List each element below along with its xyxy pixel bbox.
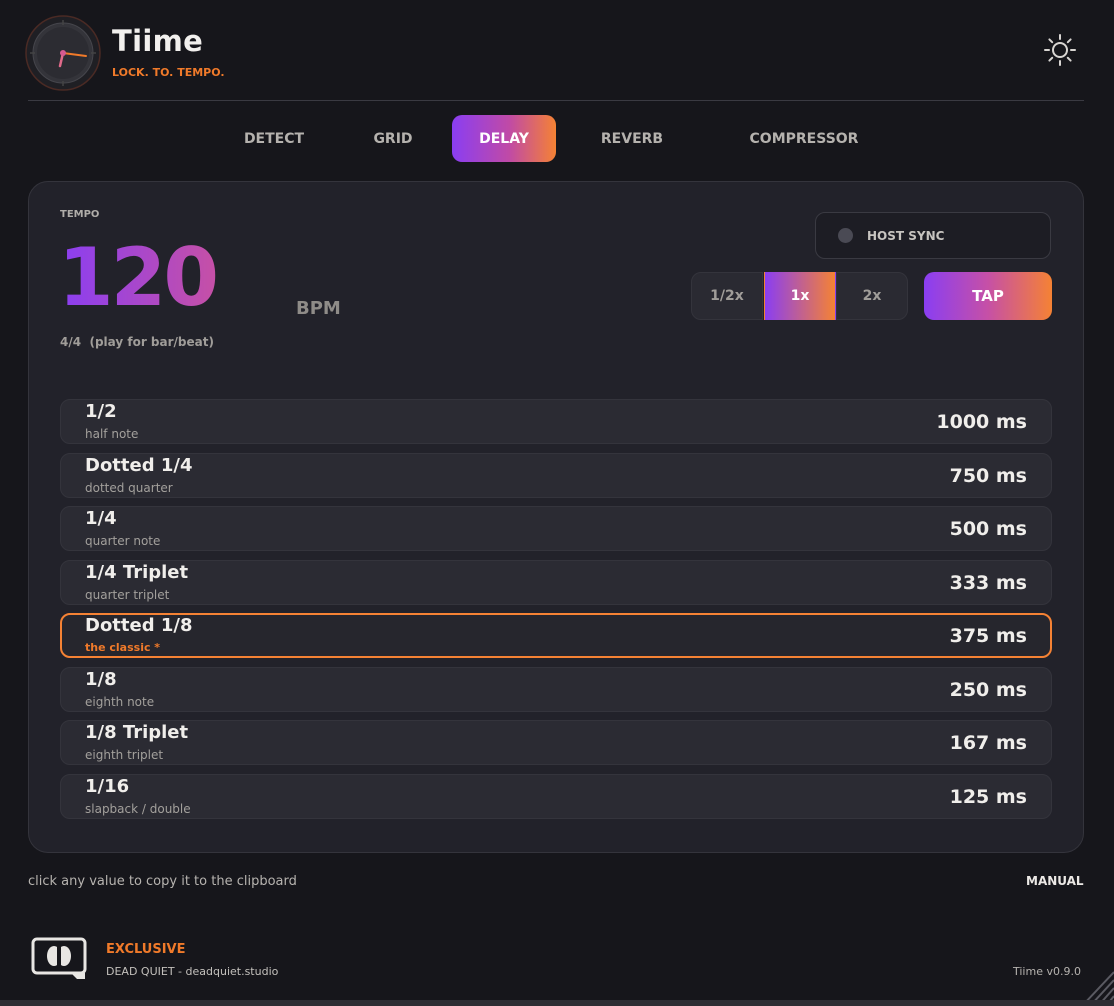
app-title: Tiime: [112, 24, 204, 58]
delay-row-eighth[interactable]: 1/8 eighth note 250 ms: [60, 666, 1052, 712]
multiplier-1x-button[interactable]: 1x: [764, 272, 836, 320]
delay-list: 1/2 half note 1000 ms Dotted 1/4 dotted …: [60, 399, 1052, 827]
row-value[interactable]: 500 ms: [950, 518, 1027, 540]
row-value[interactable]: 750 ms: [950, 465, 1027, 487]
host-sync-label: HOST SYNC: [867, 228, 945, 243]
version-label: Tiime v0.9.0: [1013, 965, 1081, 978]
row-description: dotted quarter: [85, 480, 173, 495]
row-description: half note: [85, 427, 139, 441]
delay-row-quarter-triplet[interactable]: 1/4 Triplet quarter triplet 333 ms: [60, 559, 1052, 605]
row-value[interactable]: 375 ms: [950, 625, 1027, 647]
header-divider: [28, 100, 1084, 101]
row-name: 1/4 Triplet: [85, 561, 189, 583]
brand-separator: -: [174, 965, 186, 978]
multiplier-2x-button[interactable]: 2x: [836, 272, 908, 320]
exclusive-badge: EXCLUSIVE: [106, 942, 186, 957]
delay-row-dotted-eighth[interactable]: Dotted 1/8 the classic * 375 ms: [60, 613, 1052, 658]
delay-row-sixteenth[interactable]: 1/16 slapback / double 125 ms: [60, 773, 1052, 819]
tab-grid[interactable]: GRID: [350, 115, 436, 162]
dead-quiet-logo-icon: [31, 937, 87, 979]
bottom-bar: [0, 1000, 1114, 1006]
delay-row-half[interactable]: 1/2 half note 1000 ms: [60, 399, 1052, 444]
time-signature: 4/4 (play for bar/beat): [60, 335, 214, 349]
theme-toggle-button[interactable]: [1040, 30, 1080, 70]
row-name: 1/8: [85, 668, 117, 690]
time-signature-value: 4/4: [60, 335, 82, 349]
app-window: Tiime LOCK. TO. TEMPO. DETECT GRID DELAY…: [0, 0, 1114, 1006]
row-name: 1/2: [85, 401, 117, 422]
delay-row-dotted-quarter[interactable]: Dotted 1/4 dotted quarter 750 ms: [60, 452, 1052, 498]
multiplier-half-button[interactable]: 1/2x: [691, 272, 763, 320]
tab-reverb[interactable]: REVERB: [584, 115, 680, 162]
app-tagline: LOCK. TO. TEMPO.: [112, 66, 225, 79]
row-description: quarter note: [85, 534, 161, 548]
host-sync-toggle[interactable]: HOST SYNC: [815, 212, 1051, 259]
brand-name: DEAD QUIET: [106, 965, 175, 978]
row-name: 1/16: [85, 775, 130, 797]
manual-link[interactable]: MANUAL: [1026, 874, 1084, 888]
bpm-unit: BPM: [296, 298, 341, 319]
row-value[interactable]: 125 ms: [950, 786, 1027, 808]
row-description: eighth note: [85, 694, 155, 709]
sync-indicator-icon: [838, 228, 853, 243]
row-value[interactable]: 333 ms: [950, 572, 1027, 594]
row-value[interactable]: 250 ms: [950, 679, 1027, 701]
row-value[interactable]: 1000 ms: [936, 411, 1027, 433]
brand-site-link[interactable]: deadquiet.studio: [186, 965, 279, 978]
brand-line: DEAD QUIET - deadquiet.studio: [106, 965, 278, 978]
row-description: eighth triplet: [85, 748, 164, 762]
delay-row-quarter[interactable]: 1/4 quarter note 500 ms: [60, 506, 1052, 551]
delay-row-eighth-triplet[interactable]: 1/8 Triplet eighth triplet 167 ms: [60, 720, 1052, 765]
row-name: 1/8 Triplet: [85, 722, 189, 743]
tempo-label: TEMPO: [60, 209, 100, 220]
tap-button[interactable]: TAP: [924, 272, 1052, 320]
tab-compressor[interactable]: COMPRESSOR: [730, 115, 878, 162]
tab-delay[interactable]: DELAY: [452, 115, 556, 162]
sun-icon: [1044, 34, 1076, 66]
row-name: 1/4: [85, 508, 117, 529]
row-description: slapback / double: [85, 801, 191, 816]
tempo-value[interactable]: 120: [58, 232, 219, 324]
row-name: Dotted 1/4: [85, 454, 193, 476]
row-description: the classic *: [85, 641, 161, 654]
row-value[interactable]: 167 ms: [950, 732, 1027, 754]
copy-hint: click any value to copy it to the clipbo…: [28, 874, 297, 889]
tab-detect[interactable]: DETECT: [232, 115, 316, 162]
row-name: Dotted 1/8: [85, 615, 193, 636]
time-signature-hint: (play for bar/beat): [89, 335, 214, 349]
row-description: quarter triplet: [85, 587, 170, 602]
clock-logo-icon: [25, 15, 101, 91]
